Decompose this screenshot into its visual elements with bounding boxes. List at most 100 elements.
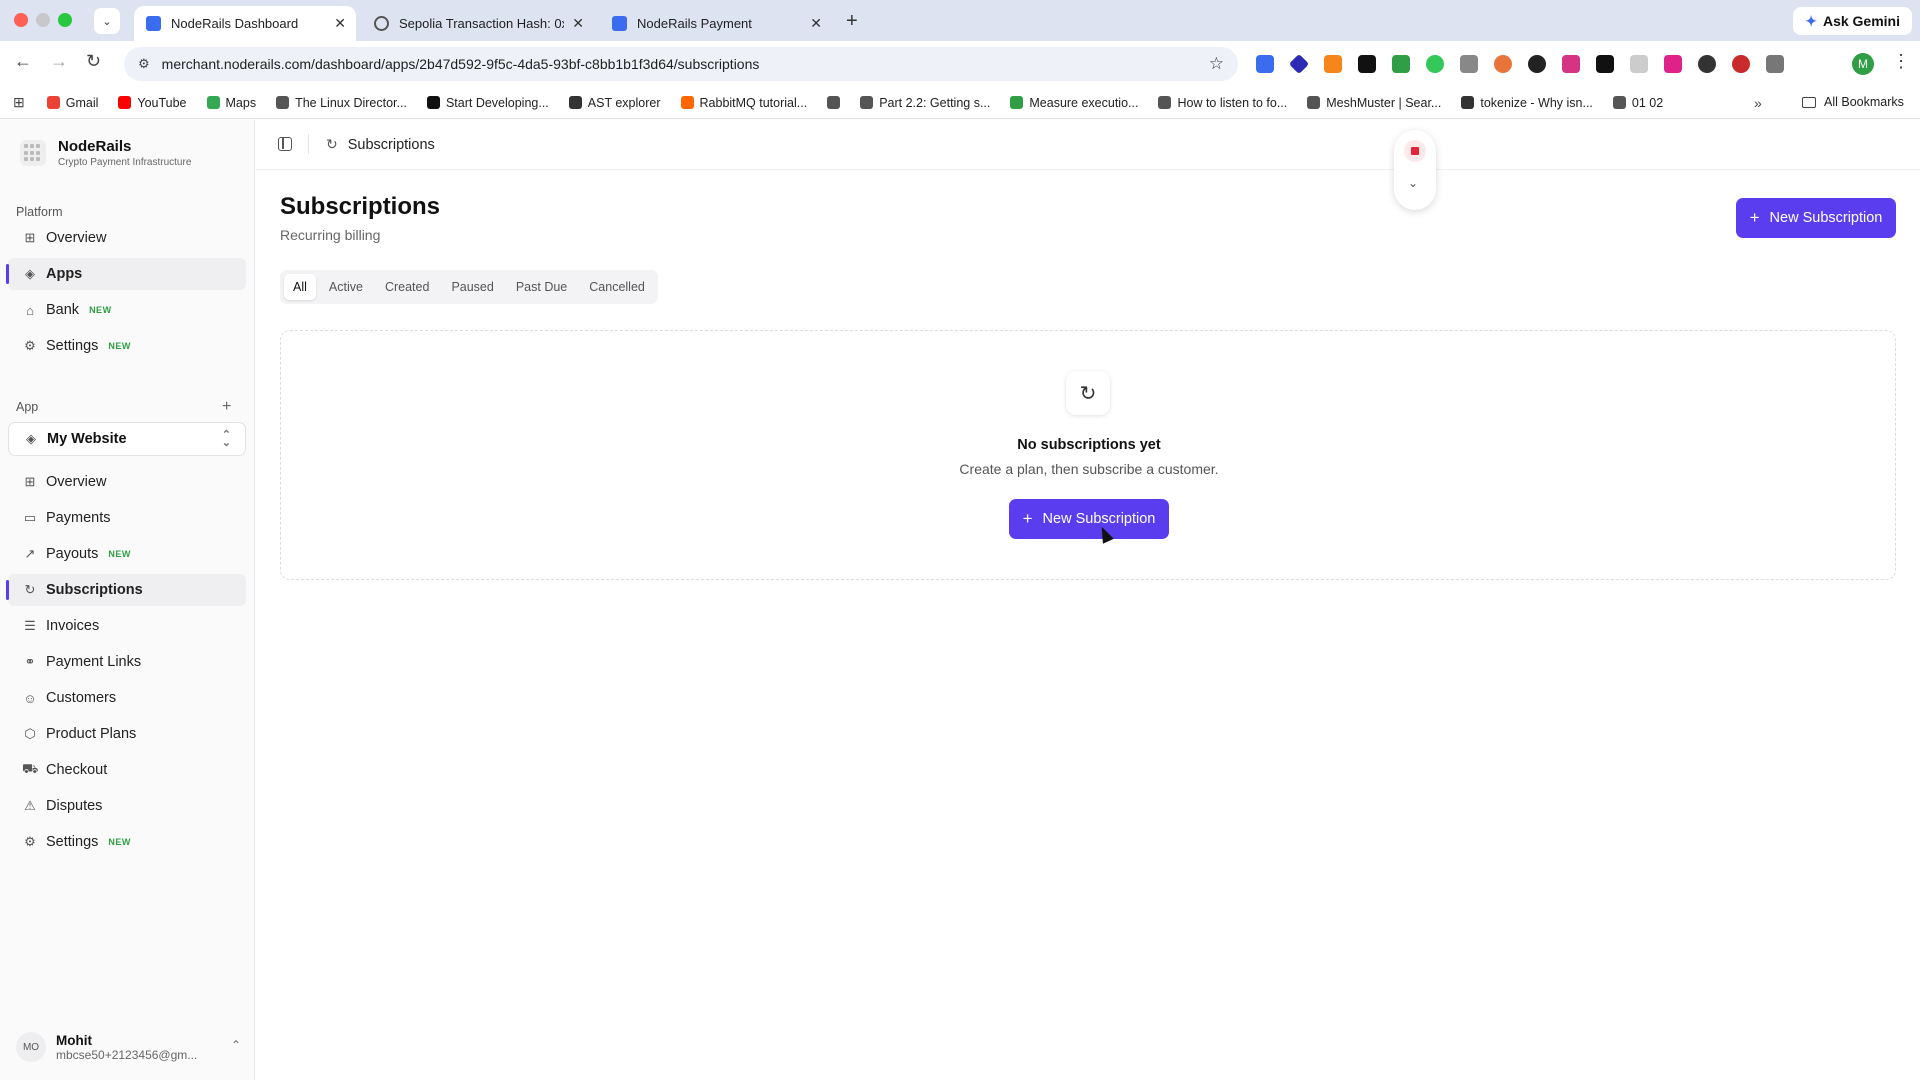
bookmark-item[interactable]: MeshMuster | Sear... bbox=[1307, 96, 1441, 110]
bookmark-item[interactable]: Gmail bbox=[46, 96, 98, 110]
window-close-button[interactable] bbox=[14, 13, 28, 27]
bookmark-item[interactable]: RabbitMQ tutorial... bbox=[680, 96, 807, 110]
tab-noderails-payment[interactable]: NodeRails Payment ✕ bbox=[600, 6, 832, 41]
extension-icon[interactable] bbox=[1562, 55, 1580, 73]
sidebar-item-subscriptions[interactable]: ↻ Subscriptions bbox=[6, 574, 246, 606]
extension-icon[interactable] bbox=[1426, 55, 1444, 73]
forward-button[interactable]: → bbox=[50, 51, 68, 72]
bookmark-item[interactable]: Measure executio... bbox=[1010, 96, 1138, 110]
bookmark-item[interactable] bbox=[827, 96, 841, 109]
window-maximize-button[interactable] bbox=[58, 13, 72, 27]
window-minimize-button[interactable] bbox=[36, 13, 50, 27]
new-badge: NEW bbox=[108, 549, 131, 559]
extension-icon[interactable] bbox=[1494, 55, 1512, 73]
sidebar-item-settings[interactable]: ⚙ Settings NEW bbox=[8, 826, 246, 858]
sidebar-item-settings[interactable]: ⚙ Settings NEW bbox=[8, 330, 246, 362]
avatar: MO bbox=[16, 1032, 46, 1062]
sidebar-item-disputes[interactable]: ⚠ Disputes bbox=[8, 790, 246, 822]
filter-tab-active[interactable]: Active bbox=[320, 274, 372, 300]
toggle-sidebar-icon[interactable] bbox=[278, 137, 292, 151]
extension-icon[interactable] bbox=[1732, 55, 1750, 73]
bookmarks-bar: ⊞ Gmail YouTube Maps The Linux Director... S… bbox=[0, 87, 1920, 119]
close-icon[interactable]: ✕ bbox=[572, 15, 584, 32]
extension-icon[interactable] bbox=[1256, 55, 1274, 73]
empty-new-subscription-button[interactable]: + New Subscription bbox=[1009, 499, 1169, 539]
site-info-icon[interactable]: ⚙ bbox=[138, 56, 150, 72]
browser-toolbar: ← → ↻ ⚙ merchant.noderails.com/dashboard… bbox=[0, 41, 1920, 87]
more-bookmarks-icon[interactable]: » bbox=[1754, 95, 1762, 111]
extension-icon[interactable] bbox=[1288, 53, 1310, 75]
breadcrumb-current: Subscriptions bbox=[347, 136, 435, 153]
back-button[interactable]: ← bbox=[14, 51, 32, 72]
link-icon: ⚭ bbox=[24, 654, 36, 669]
sidebar: NodeRails Crypto Payment Infrastructure … bbox=[0, 120, 255, 1080]
bookmark-item[interactable]: The Linux Director... bbox=[276, 96, 407, 110]
new-tab-button[interactable]: + bbox=[846, 10, 858, 33]
sidebar-item-overview[interactable]: ⊞ Overview bbox=[8, 222, 246, 254]
sidebar-item-apps[interactable]: ◈ Apps bbox=[6, 258, 246, 290]
extension-icon[interactable] bbox=[1596, 55, 1614, 73]
new-subscription-button[interactable]: + New Subscription bbox=[1736, 198, 1896, 238]
tab-noderails-dashboard[interactable]: NodeRails Dashboard ✕ bbox=[134, 6, 356, 41]
bookmark-favicon-icon bbox=[206, 96, 220, 109]
app-selector[interactable]: ◈ My Website ⌃ ⌄ bbox=[8, 422, 246, 456]
filter-tab-cancelled[interactable]: Cancelled bbox=[580, 274, 654, 300]
extension-icon[interactable] bbox=[1664, 55, 1682, 73]
extension-icon[interactable] bbox=[1630, 55, 1648, 73]
download-icon[interactable] bbox=[1392, 55, 1410, 73]
extension-icon[interactable] bbox=[1358, 55, 1376, 73]
close-icon[interactable]: ✕ bbox=[810, 15, 822, 32]
metamask-icon[interactable] bbox=[1324, 55, 1342, 73]
bookmark-item[interactable]: tokenize - Why isn... bbox=[1461, 96, 1593, 110]
profile-avatar[interactable]: M bbox=[1852, 53, 1874, 75]
user-menu[interactable]: MO Mohit mbcse50+2123456@gm... ⌃ bbox=[16, 1032, 241, 1062]
close-icon[interactable]: ✕ bbox=[334, 15, 346, 32]
bookmark-item[interactable]: Start Developing... bbox=[426, 96, 549, 110]
page-subtitle: Recurring billing bbox=[280, 227, 381, 243]
sidebar-item-overview[interactable]: ⊞ Overview bbox=[8, 466, 246, 498]
sidebar-item-payments[interactable]: ▭ Payments bbox=[8, 502, 246, 534]
extension-icon[interactable] bbox=[1698, 55, 1716, 73]
extension-icon[interactable] bbox=[1528, 55, 1546, 73]
filter-tab-created[interactable]: Created bbox=[376, 274, 438, 300]
reload-button[interactable]: ↻ bbox=[86, 51, 101, 72]
bookmark-star-icon[interactable]: ☆ bbox=[1209, 54, 1224, 74]
filter-tab-past-due[interactable]: Past Due bbox=[507, 274, 576, 300]
bookmark-item[interactable]: How to listen to fo... bbox=[1158, 96, 1287, 110]
bookmark-label: How to listen to fo... bbox=[1177, 95, 1288, 110]
sidebar-item-payouts[interactable]: ↗ Payouts NEW bbox=[8, 538, 246, 570]
new-badge: NEW bbox=[108, 837, 131, 847]
bookmark-label: MeshMuster | Sear... bbox=[1326, 95, 1442, 110]
gemini-label: Ask Gemini bbox=[1822, 13, 1900, 29]
brand[interactable]: NodeRails Crypto Payment Infrastructure bbox=[20, 138, 191, 168]
bookmark-item[interactable]: YouTube bbox=[118, 96, 187, 110]
filter-tab-paused[interactable]: Paused bbox=[442, 274, 502, 300]
apps-grid-icon[interactable]: ⊞ bbox=[13, 94, 25, 111]
filter-tab-all[interactable]: All bbox=[284, 274, 316, 300]
warning-icon: ⚠ bbox=[24, 798, 36, 813]
extension-icon[interactable] bbox=[1460, 55, 1478, 73]
stop-recording-button[interactable] bbox=[1404, 140, 1426, 162]
bookmark-label: Measure executio... bbox=[1029, 95, 1139, 110]
address-bar[interactable]: ⚙ merchant.noderails.com/dashboard/apps/… bbox=[124, 47, 1238, 81]
platform-group-label: Platform bbox=[16, 205, 63, 219]
bookmark-item[interactable]: Maps bbox=[206, 96, 256, 110]
sidebar-item-customers[interactable]: ☺ Customers bbox=[8, 682, 246, 714]
bookmark-item[interactable]: Part 2.2: Getting s... bbox=[860, 96, 990, 110]
bookmark-item[interactable]: 01 02 bbox=[1612, 96, 1663, 110]
bookmark-item[interactable]: AST explorer bbox=[568, 96, 661, 110]
sidebar-item-label: Payment Links bbox=[46, 654, 142, 670]
sidebar-item-invoices[interactable]: ☰ Invoices bbox=[8, 610, 246, 642]
all-bookmarks[interactable]: All Bookmarks bbox=[1802, 95, 1904, 109]
add-app-button[interactable]: + bbox=[222, 398, 231, 416]
menu-icon[interactable]: ⋮ bbox=[1892, 51, 1910, 72]
tab-sepolia[interactable]: Sepolia Transaction Hash: 0x2… ✕ bbox=[362, 6, 594, 41]
chevron-down-icon[interactable]: ⌄ bbox=[1408, 176, 1418, 190]
sidebar-item-payment-links[interactable]: ⚭ Payment Links bbox=[8, 646, 246, 678]
sidebar-item-product-plans[interactable]: ⬡ Product Plans bbox=[8, 718, 246, 750]
puzzle-icon[interactable] bbox=[1766, 55, 1784, 73]
sidebar-item-checkout[interactable]: ⛟ Checkout bbox=[8, 754, 246, 786]
ask-gemini-button[interactable]: ✦ Ask Gemini bbox=[1793, 7, 1912, 35]
sidebar-item-bank[interactable]: ⌂ Bank NEW bbox=[8, 294, 246, 326]
tab-search-button[interactable]: ⌄ bbox=[94, 8, 120, 34]
